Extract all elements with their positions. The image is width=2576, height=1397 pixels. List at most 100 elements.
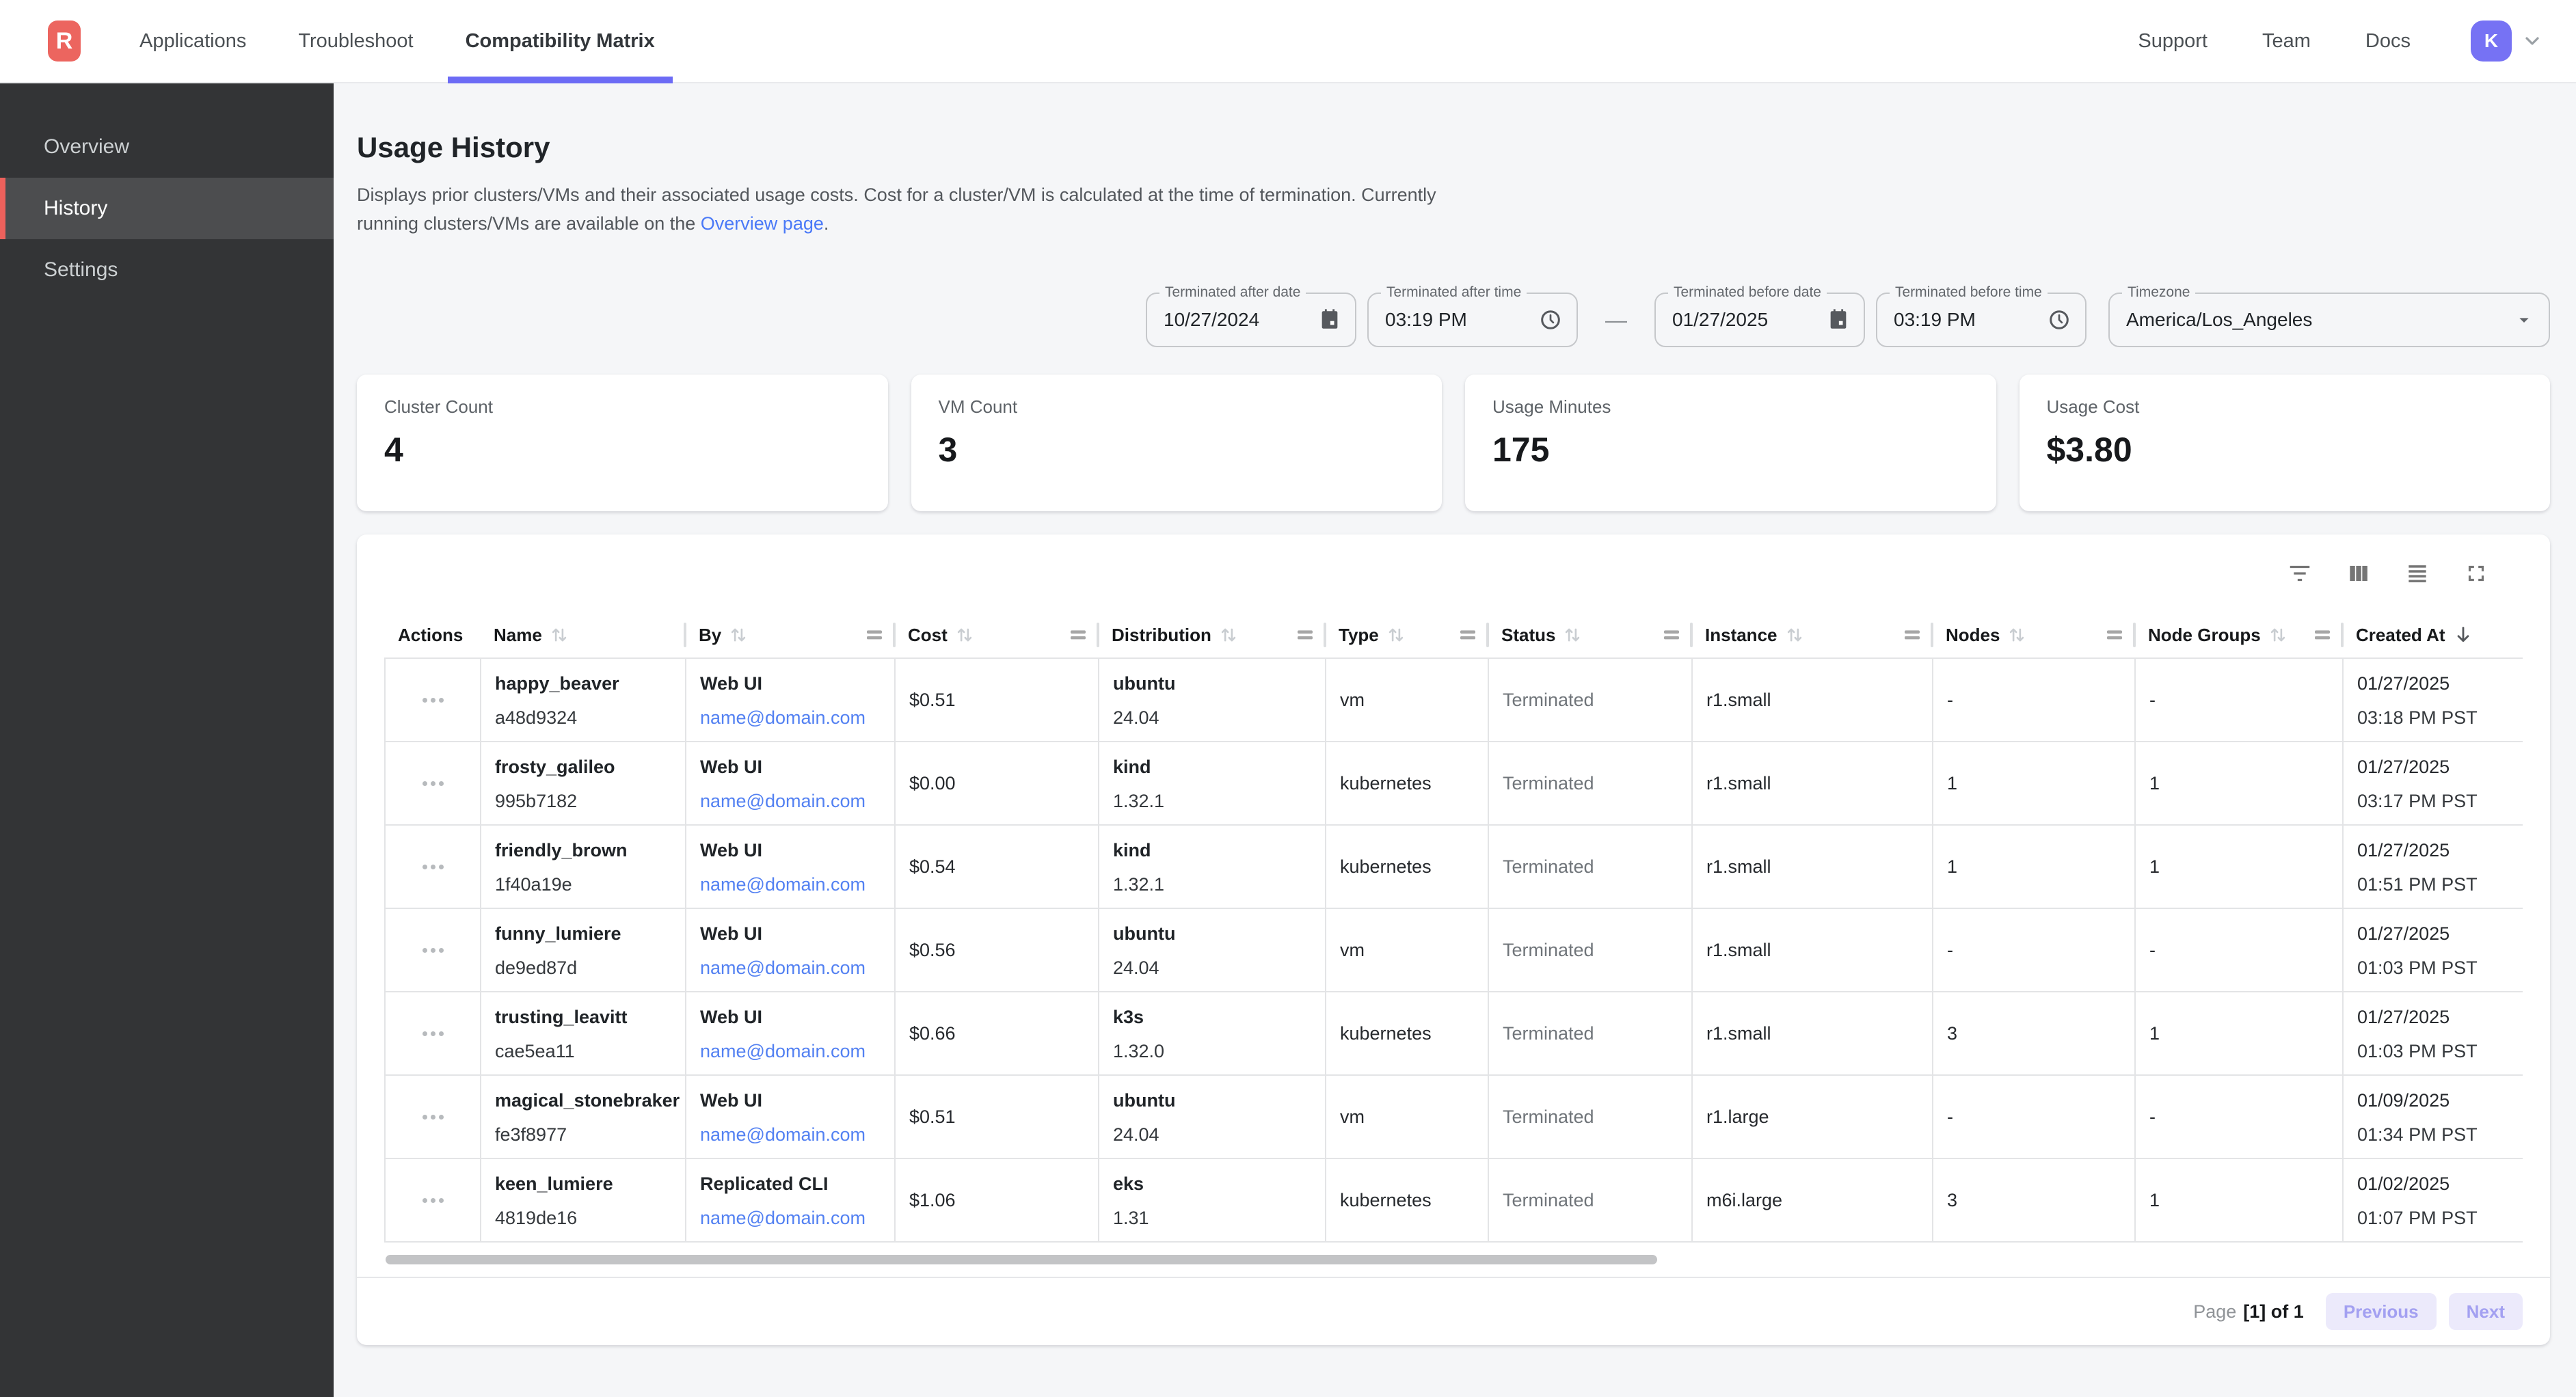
density-icon[interactable] — [2404, 560, 2431, 587]
fullscreen-icon[interactable] — [2463, 560, 2490, 587]
cluster-id: fe3f8977 — [495, 1121, 674, 1148]
more-options-icon[interactable] — [417, 856, 449, 878]
replicated-logo[interactable]: R — [48, 21, 81, 62]
email-link[interactable]: name@domain.com — [700, 958, 866, 978]
cost-value: $0.66 — [909, 1023, 956, 1044]
col-header-created-at[interactable]: Created At — [2342, 612, 2523, 657]
column-menu-icon[interactable] — [1905, 628, 1920, 642]
field-value[interactable]: 03:19 PM — [1894, 309, 2036, 331]
calendar-icon[interactable] — [1827, 308, 1850, 331]
column-menu-icon[interactable] — [1664, 628, 1679, 642]
nodes-value: - — [1947, 690, 1953, 711]
col-header-by[interactable]: By — [685, 612, 894, 657]
page-label: Page — [2193, 1301, 2236, 1322]
col-header-name[interactable]: Name — [480, 612, 685, 657]
timezone-select[interactable]: Timezone America/Los_Angeles — [2108, 293, 2550, 347]
next-button[interactable]: Next — [2449, 1293, 2523, 1330]
email-link[interactable]: name@domain.com — [700, 791, 866, 811]
column-menu-icon[interactable] — [2107, 628, 2122, 642]
link-team[interactable]: Team — [2262, 30, 2311, 53]
clock-icon[interactable] — [1538, 308, 1563, 332]
column-menu-icon[interactable] — [867, 628, 882, 642]
calendar-icon[interactable] — [1318, 308, 1341, 331]
sidebar-item-history[interactable]: History — [0, 178, 334, 239]
col-header-distribution[interactable]: Distribution — [1098, 612, 1325, 657]
more-options-icon[interactable] — [417, 940, 449, 961]
nodes-value: 1 — [1947, 856, 1957, 878]
tab-compatibility-matrix[interactable]: Compatibility Matrix — [448, 0, 673, 82]
cell-distribution: ubuntu 24.04 — [1099, 909, 1326, 991]
cell-cost: $1.06 — [896, 1159, 1099, 1241]
email-link[interactable]: name@domain.com — [700, 707, 866, 728]
tab-troubleshoot[interactable]: Troubleshoot — [280, 0, 431, 82]
more-options-icon[interactable] — [417, 1190, 449, 1211]
field-label: Timezone — [2122, 284, 2195, 301]
created-time: 01:03 PM PST — [2357, 954, 2512, 981]
column-menu-icon[interactable] — [1460, 628, 1475, 642]
col-header-actions: Actions — [384, 612, 480, 657]
sidebar-item-settings[interactable]: Settings — [0, 239, 334, 301]
col-header-status[interactable]: Status — [1488, 612, 1691, 657]
cell-created-at: 01/27/2025 01:03 PM PST — [2344, 909, 2523, 991]
terminated-after-time-field[interactable]: Terminated after time 03:19 PM — [1367, 293, 1578, 347]
col-header-node-groups[interactable]: Node Groups — [2134, 612, 2342, 657]
more-options-icon[interactable] — [417, 1023, 449, 1044]
col-header-cost[interactable]: Cost — [894, 612, 1098, 657]
type-value: kubernetes — [1340, 1023, 1432, 1044]
top-nav: R Applications Troubleshoot Compatibilit… — [0, 0, 2576, 83]
more-options-icon[interactable] — [417, 1107, 449, 1128]
email-link[interactable]: name@domain.com — [700, 1208, 866, 1228]
terminated-before-date-field[interactable]: Terminated before date 01/27/2025 — [1654, 293, 1865, 347]
column-menu-icon[interactable] — [1298, 628, 1313, 642]
created-date: 01/27/2025 — [2357, 753, 2512, 781]
field-value[interactable]: America/Los_Angeles — [2126, 309, 2502, 331]
column-menu-icon[interactable] — [1071, 628, 1086, 642]
field-value[interactable]: 01/27/2025 — [1672, 309, 1816, 331]
cell-name: funny_lumiere de9ed87d — [481, 909, 686, 991]
type-value: kubernetes — [1340, 1190, 1432, 1211]
field-value[interactable]: 03:19 PM — [1385, 309, 1527, 331]
col-header-instance[interactable]: Instance — [1691, 612, 1932, 657]
created-time: 03:17 PM PST — [2357, 787, 2512, 815]
overview-page-link[interactable]: Overview page — [701, 213, 824, 234]
node-groups-value: 1 — [2149, 773, 2160, 794]
column-menu-icon[interactable] — [2315, 628, 2330, 642]
terminated-after-date-field[interactable]: Terminated after date 10/27/2024 — [1146, 293, 1356, 347]
col-header-nodes[interactable]: Nodes — [1932, 612, 2134, 657]
status-badge: Terminated — [1503, 1023, 1594, 1044]
filter-icon[interactable] — [2286, 560, 2313, 587]
table-row: friendly_brown 1f40a19e Web UI name@doma… — [384, 826, 2523, 909]
stat-label: VM Count — [939, 396, 1415, 418]
tab-applications[interactable]: Applications — [122, 0, 264, 82]
email-link[interactable]: name@domain.com — [700, 1124, 866, 1145]
more-options-icon[interactable] — [417, 773, 449, 794]
node-groups-value: - — [2149, 940, 2156, 961]
distribution-name: eks — [1113, 1170, 1314, 1197]
table-row: trusting_leavitt cae5ea11 Web UI name@do… — [384, 992, 2523, 1076]
avatar[interactable]: K — [2471, 21, 2512, 62]
link-support[interactable]: Support — [2138, 30, 2208, 53]
distribution-name: ubuntu — [1113, 1087, 1314, 1114]
terminated-after-group: Terminated after date 10/27/2024 Termina… — [1146, 293, 1578, 347]
col-header-type[interactable]: Type — [1325, 612, 1488, 657]
more-options-icon[interactable] — [417, 690, 449, 711]
sort-icon — [1387, 626, 1405, 644]
terminated-before-time-field[interactable]: Terminated before time 03:19 PM — [1876, 293, 2087, 347]
scrollbar-thumb[interactable] — [386, 1255, 1657, 1264]
status-badge: Terminated — [1503, 773, 1594, 794]
account-menu[interactable]: K — [2471, 21, 2543, 62]
cost-value: $0.51 — [909, 1107, 956, 1128]
sidebar-item-overview[interactable]: Overview — [0, 116, 334, 178]
email-link[interactable]: name@domain.com — [700, 874, 866, 895]
cell-nodes: 3 — [1933, 992, 2136, 1074]
field-value[interactable]: 10/27/2024 — [1164, 309, 1307, 331]
cell-cost: $0.51 — [896, 659, 1099, 741]
previous-button[interactable]: Previous — [2326, 1293, 2437, 1330]
link-docs[interactable]: Docs — [2365, 30, 2411, 53]
cell-name: happy_beaver a48d9324 — [481, 659, 686, 741]
columns-icon[interactable] — [2345, 560, 2372, 587]
page-value: [1] of 1 — [2243, 1301, 2304, 1322]
email-link[interactable]: name@domain.com — [700, 1041, 866, 1061]
clock-icon[interactable] — [2047, 308, 2071, 332]
dropdown-arrow-icon[interactable] — [2513, 309, 2535, 331]
